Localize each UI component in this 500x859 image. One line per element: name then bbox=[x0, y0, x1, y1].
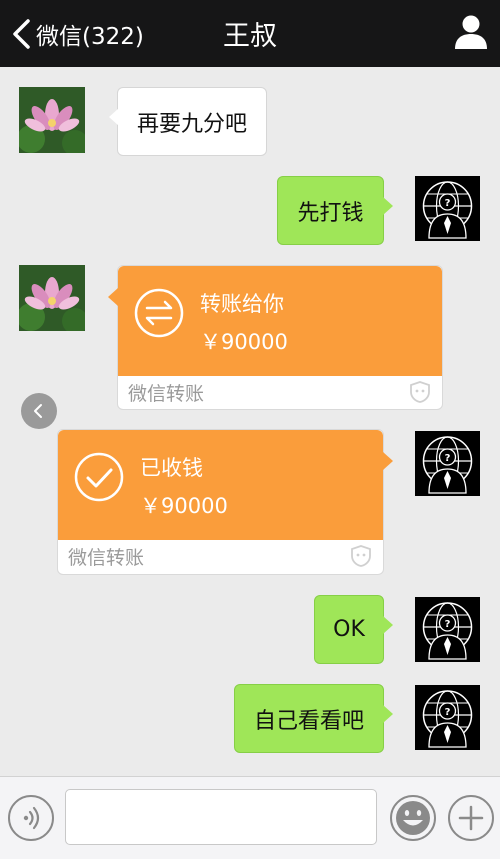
self-avatar[interactable]: ? bbox=[415, 176, 480, 241]
self-avatar[interactable]: ? bbox=[415, 685, 480, 750]
transfer-amount: ￥90000 bbox=[200, 330, 288, 354]
svg-text:?: ? bbox=[445, 619, 451, 630]
side-collapse-button[interactable] bbox=[21, 393, 57, 429]
chat-area[interactable]: 再要九分吧 ? 先打钱 转账给你 ￥90000 微信转账 ? 已收钱 ￥9000… bbox=[0, 67, 500, 776]
exchange-arrows-icon bbox=[134, 288, 184, 338]
message-bubble[interactable]: 先打钱 bbox=[277, 176, 393, 245]
input-bar bbox=[0, 776, 500, 859]
svg-text:?: ? bbox=[445, 707, 451, 718]
chevron-left-icon bbox=[34, 404, 42, 418]
anonymous-avatar-icon: ? bbox=[415, 176, 480, 241]
message-bubble[interactable]: 自己看看吧 bbox=[234, 684, 393, 753]
wechat-pay-badge-icon bbox=[351, 545, 371, 567]
voice-button[interactable] bbox=[8, 795, 54, 841]
smiley-icon bbox=[396, 801, 430, 835]
plus-icon bbox=[458, 805, 484, 831]
message-text: 自己看看吧 bbox=[253, 708, 364, 734]
chat-title: 王叔 bbox=[223, 21, 277, 52]
transfer-amount: ￥90000 bbox=[140, 494, 228, 518]
message-text: 先打钱 bbox=[297, 200, 364, 226]
self-avatar[interactable]: ? bbox=[415, 597, 480, 662]
anonymous-avatar-icon: ? bbox=[415, 431, 480, 496]
wechat-pay-badge-icon bbox=[410, 381, 430, 403]
transfer-footer: 微信转账 bbox=[128, 383, 205, 405]
person-icon[interactable] bbox=[454, 14, 488, 50]
message-text: 再要九分吧 bbox=[136, 111, 247, 137]
lotus-avatar-icon bbox=[19, 87, 85, 153]
transfer-title: 已收钱 bbox=[140, 456, 203, 480]
contact-avatar[interactable] bbox=[19, 87, 85, 153]
transfer-footer: 微信转账 bbox=[68, 547, 145, 569]
transfer-card-header: 已收钱 ￥90000 bbox=[58, 430, 383, 540]
more-button[interactable] bbox=[448, 795, 494, 841]
contact-avatar[interactable] bbox=[19, 265, 85, 331]
chevron-left-icon bbox=[13, 19, 30, 49]
transfer-card-sent[interactable]: 转账给你 ￥90000 微信转账 bbox=[108, 265, 443, 410]
svg-text:?: ? bbox=[445, 198, 451, 209]
transfer-title: 转账给你 bbox=[200, 292, 284, 316]
transfer-card-header: 转账给你 ￥90000 bbox=[118, 266, 442, 376]
message-bubble[interactable]: OK bbox=[314, 595, 393, 664]
transfer-card-received[interactable]: 已收钱 ￥90000 微信转账 bbox=[57, 429, 393, 575]
message-bubble[interactable]: 再要九分吧 bbox=[109, 87, 267, 156]
back-label: 微信(322) bbox=[36, 24, 144, 50]
check-circle-icon bbox=[74, 452, 124, 502]
message-text: OK bbox=[333, 617, 365, 642]
lotus-avatar-icon bbox=[19, 265, 85, 331]
anonymous-avatar-icon: ? bbox=[415, 597, 480, 662]
anonymous-avatar-icon: ? bbox=[415, 685, 480, 750]
nav-bar: 微信(322) 王叔 bbox=[0, 0, 500, 67]
message-input[interactable] bbox=[65, 789, 377, 845]
self-avatar[interactable]: ? bbox=[415, 431, 480, 496]
back-button[interactable]: 微信(322) bbox=[10, 15, 144, 53]
voice-icon bbox=[23, 806, 40, 830]
emoji-button[interactable] bbox=[390, 795, 436, 841]
svg-text:?: ? bbox=[445, 453, 451, 464]
